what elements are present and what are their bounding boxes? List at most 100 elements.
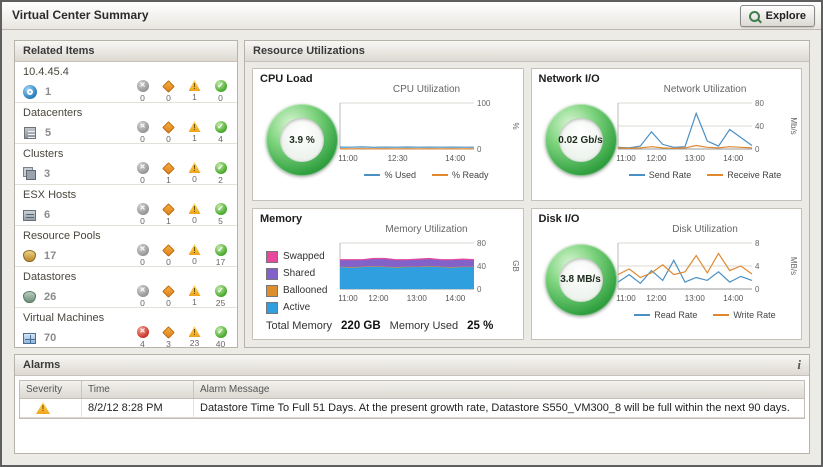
disk-chart-title: Disk Utilization xyxy=(612,224,798,237)
svg-text:80: 80 xyxy=(477,239,486,248)
status-warning-icon xyxy=(189,80,201,91)
explore-icon xyxy=(749,11,760,22)
alarms-table-header: Severity Time Alarm Message xyxy=(20,381,804,399)
status-critical-icon xyxy=(162,80,175,93)
status-unknown-icon xyxy=(137,121,149,133)
status-count: 0 xyxy=(140,298,145,308)
column-alarm-message[interactable]: Alarm Message xyxy=(194,381,804,398)
related-item-count: 17 xyxy=(44,250,62,262)
status-warning-icon xyxy=(189,244,201,255)
status-warning-icon xyxy=(189,285,201,296)
vm-icon xyxy=(23,333,36,344)
related-item-row[interactable]: Resource Pools1700017 xyxy=(15,226,237,267)
status-normal-icon xyxy=(215,326,227,338)
title-bar: Virtual Center Summary Explore xyxy=(2,2,821,30)
status-fatal-icon xyxy=(137,326,149,338)
svg-text:11:00: 11:00 xyxy=(616,294,636,303)
related-item-row[interactable]: Datacenters50014 xyxy=(15,103,237,144)
status-normal-icon xyxy=(215,285,227,297)
datastore-icon xyxy=(23,291,36,303)
svg-text:12:00: 12:00 xyxy=(646,154,667,163)
legend-item: Swapped xyxy=(266,251,327,263)
alarm-time: 8/2/12 8:28 PM xyxy=(82,399,194,417)
status-count: 0 xyxy=(166,134,171,144)
related-item-label: 10.4.45.4 xyxy=(15,62,237,78)
memory-tile: Memory SwappedSharedBalloonedActive Memo… xyxy=(252,208,524,341)
related-item-row[interactable]: 10.4.45.410010 xyxy=(15,62,237,103)
info-icon[interactable]: i xyxy=(797,355,801,375)
status-count: 2 xyxy=(218,175,223,185)
related-item-count: 3 xyxy=(44,168,62,180)
legend-item: Send Rate xyxy=(629,170,692,180)
related-item-row[interactable]: Datastores2600125 xyxy=(15,267,237,308)
resource-utilizations-body: CPU Load 3.9 % CPU Utilization 0100%11:0… xyxy=(245,61,809,347)
legend-swatch xyxy=(707,174,723,176)
status-normal-icon xyxy=(215,121,227,133)
related-item-row[interactable]: ESX Hosts60105 xyxy=(15,185,237,226)
status-critical-icon xyxy=(162,285,175,298)
disk-io-gauge[interactable]: 3.8 MB/s xyxy=(545,244,617,316)
explore-button[interactable]: Explore xyxy=(740,5,815,27)
cpu-load-title: CPU Load xyxy=(260,73,313,85)
memory-chart-column: Memory Utilization 04080GB11:0012:0013:0… xyxy=(334,224,520,310)
memory-footer: Total Memory 220 GB Memory Used 25 % xyxy=(266,320,493,332)
related-items-panel: Related Items 10.4.45.410010Datacenters5… xyxy=(14,40,238,348)
status-count: 0 xyxy=(166,93,171,103)
legend-item: Write Rate xyxy=(713,310,775,320)
disk-utilization-chart[interactable]: 048MB/s11:0012:0013:0014:00 xyxy=(612,237,798,310)
related-item-row[interactable]: Clusters30102 xyxy=(15,144,237,185)
status-count: 0 xyxy=(140,93,145,103)
related-item-label: Datacenters xyxy=(15,103,237,119)
status-count: 0 xyxy=(140,134,145,144)
svg-text:40: 40 xyxy=(755,122,764,131)
legend-item: Shared xyxy=(266,268,327,280)
svg-text:13:00: 13:00 xyxy=(685,294,706,303)
cpu-chart-legend: % Used% Ready xyxy=(334,170,520,180)
svg-text:Mb/s: Mb/s xyxy=(789,117,798,134)
memory-utilization-chart[interactable]: 04080GB11:0012:0013:0014:00 xyxy=(334,237,520,310)
status-unknown-icon xyxy=(137,285,149,297)
related-item-count: 70 xyxy=(44,332,62,344)
cpu-load-gauge[interactable]: 3.9 % xyxy=(266,104,338,176)
memory-title: Memory xyxy=(260,213,302,225)
column-time[interactable]: Time xyxy=(82,381,194,398)
status-count: 25 xyxy=(216,298,225,308)
status-count: 0 xyxy=(192,256,197,266)
legend-swatch xyxy=(266,251,278,263)
related-item-label: Clusters xyxy=(15,144,237,160)
total-memory-label: Total Memory xyxy=(266,320,332,332)
alarm-row[interactable]: 8/2/12 8:28 PM Datastore Time To Full 51… xyxy=(20,399,804,418)
status-count: 0 xyxy=(192,174,197,184)
svg-text:14:00: 14:00 xyxy=(445,294,466,303)
status-count: 0 xyxy=(192,215,197,225)
status-warning-icon xyxy=(189,162,201,173)
svg-text:0: 0 xyxy=(755,145,760,154)
related-item-row[interactable]: Virtual Machines70432340 xyxy=(15,308,237,349)
alarms-title: Alarms xyxy=(23,359,60,371)
column-severity[interactable]: Severity xyxy=(20,381,82,398)
virtual-center-summary-window: Virtual Center Summary Explore Related I… xyxy=(0,0,823,467)
svg-text:14:00: 14:00 xyxy=(723,294,744,303)
status-count: 0 xyxy=(218,93,223,103)
svg-text:14:00: 14:00 xyxy=(445,154,466,163)
cpu-utilization-chart[interactable]: 0100%11:0012:3014:00 xyxy=(334,97,520,170)
related-item-count: 6 xyxy=(44,209,62,221)
legend-item: Active xyxy=(266,302,327,314)
legend-swatch xyxy=(629,174,645,176)
svg-text:%: % xyxy=(511,122,520,129)
status-count: 0 xyxy=(140,175,145,185)
page-title: Virtual Center Summary xyxy=(12,8,149,22)
disk-chart-legend: Read RateWrite Rate xyxy=(612,310,798,320)
status-count: 5 xyxy=(218,216,223,226)
network-chart-legend: Send RateReceive Rate xyxy=(612,170,798,180)
status-count: 1 xyxy=(166,216,171,226)
network-io-gauge[interactable]: 0.02 Gb/s xyxy=(545,104,617,176)
status-normal-icon xyxy=(215,162,227,174)
network-utilization-chart[interactable]: 04080Mb/s11:0012:0013:0014:00 xyxy=(612,97,798,170)
esx-host-icon xyxy=(23,210,36,221)
status-count: 4 xyxy=(218,134,223,144)
svg-text:12:00: 12:00 xyxy=(368,294,389,303)
legend-item: % Ready xyxy=(432,170,489,180)
status-normal-icon xyxy=(215,244,227,256)
network-chart-title: Network Utilization xyxy=(612,84,798,97)
